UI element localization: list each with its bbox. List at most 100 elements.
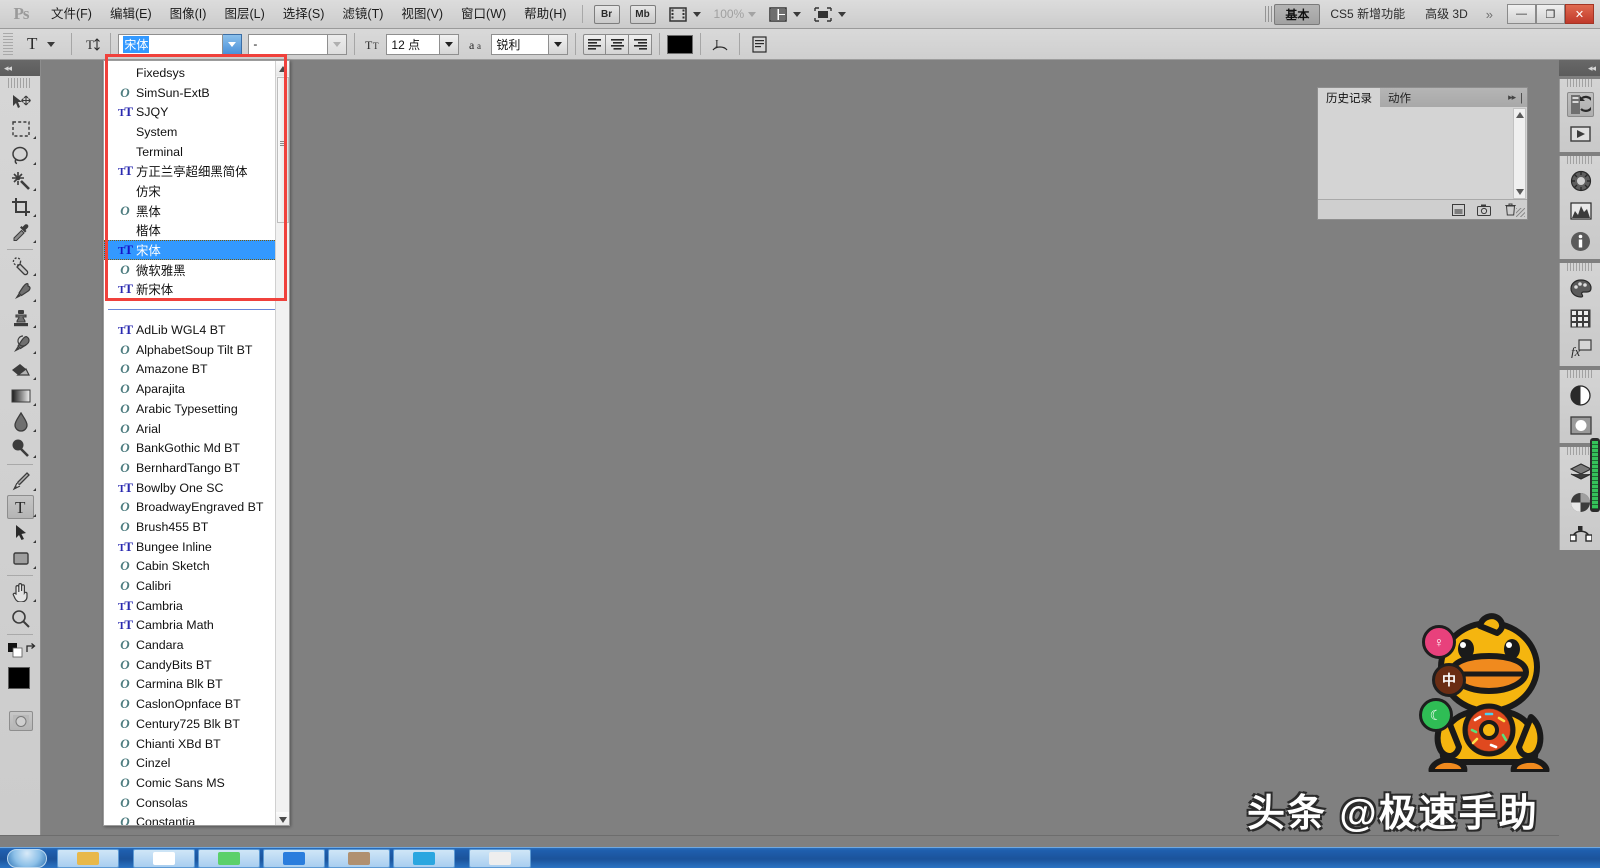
move-tool[interactable]	[0, 90, 41, 116]
font-family-dropdown-list[interactable]: Fixedsys O SimSun-ExtB TT SJQY System Terminal…	[103, 60, 290, 826]
histogram-panel-icon[interactable]	[1560, 196, 1600, 226]
warp-text-icon[interactable]: I	[708, 33, 732, 55]
font-list-item[interactable]: TT Cambria Math	[104, 616, 289, 636]
workspace-overflow-icon[interactable]: »	[1478, 7, 1501, 22]
font-list-item[interactable]: TT Cambria	[104, 596, 289, 616]
font-list-item[interactable]: O Carmina Blk BT	[104, 675, 289, 695]
font-list-item[interactable]: O Century725 Blk BT	[104, 714, 289, 734]
font-list-item[interactable]: O Amazone BT	[104, 360, 289, 380]
delete-state-icon[interactable]	[1503, 203, 1517, 216]
navigator-panel-icon[interactable]	[1560, 166, 1600, 196]
swatches-panel-icon[interactable]	[1560, 303, 1600, 333]
antialias-dropdown-arrow[interactable]	[549, 33, 569, 55]
font-list-item[interactable]: System	[104, 122, 289, 142]
maximize-button[interactable]: ❐	[1536, 4, 1565, 24]
type-tool[interactable]: T	[0, 494, 41, 520]
font-list-item[interactable]: O 黑体	[104, 201, 289, 221]
font-list-scroll-up-icon[interactable]	[276, 61, 289, 76]
menu-item-3[interactable]: 图层(L)	[215, 0, 273, 29]
taskbar-item-5[interactable]	[328, 848, 390, 868]
font-size-input[interactable]: 12 点	[386, 33, 441, 55]
history-scroll-up-icon[interactable]	[1514, 109, 1525, 121]
char-paragraph-panel-icon[interactable]	[747, 33, 771, 55]
swap-colors-icon[interactable]	[25, 642, 38, 660]
zoom-tool[interactable]	[0, 605, 41, 631]
menu-item-5[interactable]: 滤镜(T)	[333, 0, 392, 29]
path-selection-tool[interactable]	[0, 520, 41, 546]
font-list-item[interactable]: O AlphabetSoup Tilt BT	[104, 340, 289, 360]
font-list-item[interactable]: TT AdLib WGL4 BT	[104, 320, 289, 340]
color-panel-icon[interactable]	[1560, 273, 1600, 303]
options-bar-grip[interactable]	[3, 33, 13, 55]
menu-item-4[interactable]: 选择(S)	[274, 0, 334, 29]
screen-mode-icon[interactable]	[812, 5, 834, 23]
font-list-item[interactable]: O BernhardTango BT	[104, 458, 289, 478]
hand-tool[interactable]	[0, 579, 41, 605]
font-family-input[interactable]: 宋体	[118, 33, 224, 55]
history-brush-tool[interactable]	[0, 331, 41, 357]
font-list-item[interactable]: Fixedsys	[104, 63, 289, 83]
font-list-scroll-thumb[interactable]	[277, 77, 289, 223]
minimize-button[interactable]: —	[1507, 4, 1536, 24]
quick-select-tool[interactable]	[0, 168, 41, 194]
new-document-from-state-icon[interactable]	[1451, 203, 1465, 216]
font-list-item[interactable]: TT Bowlby One SC	[104, 478, 289, 498]
taskbar-item-7[interactable]	[469, 848, 531, 868]
dodge-tool[interactable]	[0, 435, 41, 461]
menu-item-7[interactable]: 窗口(W)	[452, 0, 515, 29]
styles-panel-icon[interactable]: fx	[1560, 333, 1600, 363]
taskbar-item-4[interactable]	[263, 848, 325, 868]
zoom-caret-icon[interactable]	[748, 11, 757, 17]
font-list-item[interactable]: O CaslonOpnface BT	[104, 694, 289, 714]
rail-group-grip-0[interactable]	[1567, 79, 1593, 87]
font-list-item[interactable]: O Cabin Sketch	[104, 557, 289, 577]
view-extras-icon[interactable]	[667, 5, 689, 23]
brush-tool[interactable]	[0, 279, 41, 305]
new-snapshot-icon[interactable]	[1477, 203, 1491, 216]
foreground-background-colors[interactable]	[0, 664, 41, 708]
menu-item-8[interactable]: 帮助(H)	[515, 0, 575, 29]
font-list-item[interactable]: TT Bungee Inline	[104, 537, 289, 557]
font-family-combo[interactable]: 宋体	[118, 33, 243, 55]
blur-tool[interactable]	[0, 409, 41, 435]
font-list-scrollbar[interactable]	[275, 61, 289, 825]
workspace-tab-0[interactable]: 基本	[1274, 3, 1321, 25]
antialias-input[interactable]: 锐利	[491, 33, 550, 55]
font-list-item[interactable]: 楷体	[104, 221, 289, 241]
font-list-item[interactable]: O Arabic Typesetting	[104, 399, 289, 419]
screen-mode-caret-icon[interactable]	[838, 11, 847, 17]
font-list-item[interactable]: O SimSun-ExtB	[104, 83, 289, 103]
close-button[interactable]: ✕	[1565, 4, 1594, 24]
rail-group-grip-1[interactable]	[1567, 156, 1593, 164]
tools-panel-collapse[interactable]: ◂◂	[0, 60, 40, 76]
info-panel-icon[interactable]	[1560, 226, 1600, 256]
rail-group-grip-3[interactable]	[1567, 370, 1593, 378]
font-style-input[interactable]: -	[248, 33, 329, 55]
font-list-item[interactable]: TT 新宋体	[104, 280, 289, 300]
taskbar-item-1[interactable]	[57, 848, 119, 868]
arrange-documents-icon[interactable]	[767, 5, 789, 23]
menu-item-1[interactable]: 编辑(E)	[101, 0, 161, 29]
actions-panel-icon[interactable]	[1560, 119, 1600, 149]
eyedropper-tool[interactable]	[0, 220, 41, 246]
tool-preset-caret-icon[interactable]	[47, 41, 56, 47]
bridge-button[interactable]: Br	[593, 4, 620, 24]
panel-tab-1[interactable]: 动作	[1380, 88, 1419, 107]
font-list-item[interactable]: O Calibri	[104, 576, 289, 596]
tools-panel-grip[interactable]	[8, 78, 32, 88]
font-size-dropdown-arrow[interactable]	[440, 33, 460, 55]
workspace-grip[interactable]	[1265, 6, 1275, 22]
font-list-item[interactable]: O Constantia	[104, 812, 289, 825]
start-button[interactable]	[0, 848, 54, 868]
mini-bridge-button[interactable]: Mb	[629, 4, 656, 24]
rectangle-tool[interactable]	[0, 546, 41, 572]
eraser-tool[interactable]	[0, 357, 41, 383]
font-list-item[interactable]: Terminal	[104, 142, 289, 162]
text-orientation-icon[interactable]: T	[79, 33, 103, 55]
foreground-color-swatch[interactable]	[8, 667, 30, 689]
healing-brush-tool[interactable]	[0, 253, 41, 279]
font-list-item[interactable]: O Cinzel	[104, 753, 289, 773]
rail-expand-button[interactable]: ◂◂	[1559, 60, 1600, 76]
history-scroll-down-icon[interactable]	[1514, 186, 1525, 198]
font-size-combo[interactable]: 12 点	[386, 33, 460, 55]
